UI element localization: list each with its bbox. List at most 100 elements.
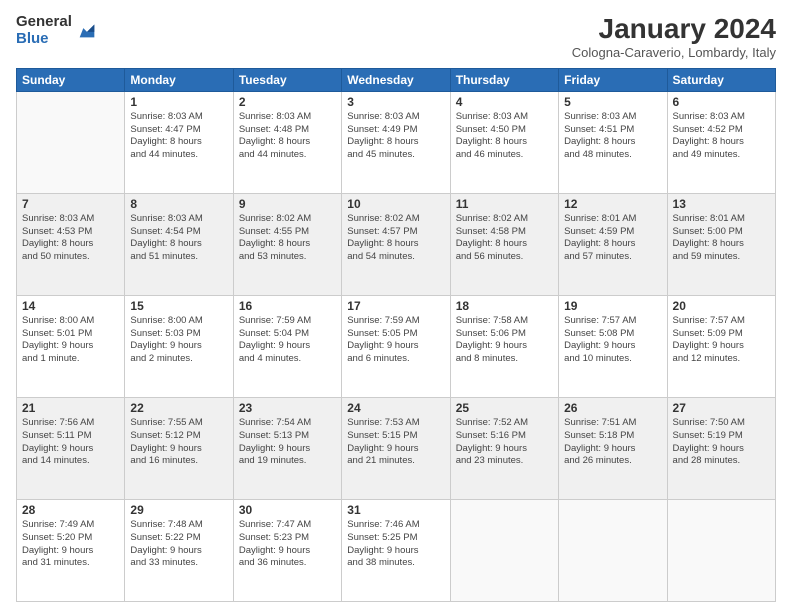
calendar-cell: 7Sunrise: 8:03 AMSunset: 4:53 PMDaylight…	[17, 193, 125, 295]
cell-date-number: 11	[456, 197, 553, 211]
calendar-day-header: Wednesday	[342, 68, 450, 91]
cell-info-text: Sunrise: 8:02 AMSunset: 4:58 PMDaylight:…	[456, 213, 553, 264]
cell-info-text: Sunrise: 8:00 AMSunset: 5:03 PMDaylight:…	[130, 315, 227, 366]
cell-date-number: 15	[130, 299, 227, 313]
cell-info-text: Sunrise: 8:02 AMSunset: 4:57 PMDaylight:…	[347, 213, 444, 264]
calendar-week-row: 1 Sunrise: 8:03 AMSunset: 4:47 PMDaylight…	[17, 91, 776, 193]
cell-date-number: 20	[673, 299, 770, 313]
title-location: Cologna-Caraverio, Lombardy, Italy	[572, 45, 776, 60]
calendar-cell: 27 Sunrise: 7:50 AMSunset: 5:19 PMDayligh…	[667, 397, 775, 499]
calendar-cell: 2 Sunrise: 8:03 AMSunset: 4:48 PMDaylight…	[233, 91, 341, 193]
cell-date-number: 8	[130, 197, 227, 211]
cell-date-number: 2	[239, 95, 336, 109]
calendar-cell: 14Sunrise: 8:00 AMSunset: 5:01 PMDayligh…	[17, 295, 125, 397]
calendar-cell: 4 Sunrise: 8:03 AMSunset: 4:50 PMDaylight…	[450, 91, 558, 193]
calendar-cell: 29 Sunrise: 7:48 AMSunset: 5:22 PMDayligh…	[125, 499, 233, 601]
cell-info-text: Sunrise: 7:47 AMSunset: 5:23 PMDaylight:…	[239, 519, 336, 570]
cell-info-text: Sunrise: 7:57 AMSunset: 5:08 PMDaylight:…	[564, 315, 661, 366]
cell-info-text: Sunrise: 7:55 AMSunset: 5:12 PMDaylight:…	[130, 417, 227, 468]
cell-date-number: 25	[456, 401, 553, 415]
cell-date-number: 21	[22, 401, 119, 415]
cell-info-text: Sunrise: 8:03 AMSunset: 4:49 PMDaylight:…	[347, 111, 444, 162]
title-month: January 2024	[572, 14, 776, 45]
cell-info-text: Sunrise: 8:03 AMSunset: 4:52 PMDaylight:…	[673, 111, 770, 162]
calendar-cell: 3 Sunrise: 8:03 AMSunset: 4:49 PMDaylight…	[342, 91, 450, 193]
calendar-day-header: Sunday	[17, 68, 125, 91]
calendar-cell: 31 Sunrise: 7:46 AMSunset: 5:25 PMDayligh…	[342, 499, 450, 601]
cell-date-number: 16	[239, 299, 336, 313]
page: General Blue January 2024 Cologna-Carave…	[0, 0, 792, 612]
cell-info-text: Sunrise: 7:56 AMSunset: 5:11 PMDaylight:…	[22, 417, 119, 468]
cell-info-text: Sunrise: 8:01 AMSunset: 5:00 PMDaylight:…	[673, 213, 770, 264]
cell-info-text: Sunrise: 7:48 AMSunset: 5:22 PMDaylight:…	[130, 519, 227, 570]
calendar-cell: 6 Sunrise: 8:03 AMSunset: 4:52 PMDaylight…	[667, 91, 775, 193]
cell-date-number: 3	[347, 95, 444, 109]
calendar-header-row: SundayMondayTuesdayWednesdayThursdayFrid…	[17, 68, 776, 91]
cell-info-text: Sunrise: 8:02 AMSunset: 4:55 PMDaylight:…	[239, 213, 336, 264]
cell-info-text: Sunrise: 7:59 AMSunset: 5:05 PMDaylight:…	[347, 315, 444, 366]
cell-info-text: Sunrise: 8:03 AMSunset: 4:53 PMDaylight:…	[22, 213, 119, 264]
calendar-day-header: Friday	[559, 68, 667, 91]
calendar-cell: 9Sunrise: 8:02 AMSunset: 4:55 PMDaylight…	[233, 193, 341, 295]
calendar-cell	[17, 91, 125, 193]
cell-info-text: Sunrise: 8:01 AMSunset: 4:59 PMDaylight:…	[564, 213, 661, 264]
calendar-cell	[450, 499, 558, 601]
logo: General Blue	[16, 14, 98, 47]
cell-info-text: Sunrise: 7:57 AMSunset: 5:09 PMDaylight:…	[673, 315, 770, 366]
cell-info-text: Sunrise: 8:03 AMSunset: 4:50 PMDaylight:…	[456, 111, 553, 162]
cell-info-text: Sunrise: 7:51 AMSunset: 5:18 PMDaylight:…	[564, 417, 661, 468]
cell-date-number: 24	[347, 401, 444, 415]
calendar-cell: 30 Sunrise: 7:47 AMSunset: 5:23 PMDayligh…	[233, 499, 341, 601]
calendar-week-row: 21 Sunrise: 7:56 AMSunset: 5:11 PMDayligh…	[17, 397, 776, 499]
cell-info-text: Sunrise: 7:53 AMSunset: 5:15 PMDaylight:…	[347, 417, 444, 468]
cell-info-text: Sunrise: 7:59 AMSunset: 5:04 PMDaylight:…	[239, 315, 336, 366]
calendar-day-header: Thursday	[450, 68, 558, 91]
calendar-week-row: 14Sunrise: 8:00 AMSunset: 5:01 PMDayligh…	[17, 295, 776, 397]
calendar-week-row: 28Sunrise: 7:49 AMSunset: 5:20 PMDayligh…	[17, 499, 776, 601]
cell-info-text: Sunrise: 7:46 AMSunset: 5:25 PMDaylight:…	[347, 519, 444, 570]
cell-date-number: 18	[456, 299, 553, 313]
cell-date-number: 23	[239, 401, 336, 415]
calendar-cell: 22Sunrise: 7:55 AMSunset: 5:12 PMDayligh…	[125, 397, 233, 499]
logo-text: General Blue	[16, 14, 72, 47]
calendar-week-row: 7Sunrise: 8:03 AMSunset: 4:53 PMDaylight…	[17, 193, 776, 295]
cell-info-text: Sunrise: 7:50 AMSunset: 5:19 PMDaylight:…	[673, 417, 770, 468]
calendar-cell: 20 Sunrise: 7:57 AMSunset: 5:09 PMDayligh…	[667, 295, 775, 397]
calendar-cell: 16 Sunrise: 7:59 AMSunset: 5:04 PMDayligh…	[233, 295, 341, 397]
cell-info-text: Sunrise: 7:52 AMSunset: 5:16 PMDaylight:…	[456, 417, 553, 468]
cell-date-number: 19	[564, 299, 661, 313]
cell-date-number: 12	[564, 197, 661, 211]
calendar-day-header: Tuesday	[233, 68, 341, 91]
cell-date-number: 4	[456, 95, 553, 109]
cell-info-text: Sunrise: 8:03 AMSunset: 4:51 PMDaylight:…	[564, 111, 661, 162]
calendar-day-header: Saturday	[667, 68, 775, 91]
cell-info-text: Sunrise: 7:49 AMSunset: 5:20 PMDaylight:…	[22, 519, 119, 570]
calendar-cell: 10 Sunrise: 8:02 AMSunset: 4:57 PMDayligh…	[342, 193, 450, 295]
calendar-cell	[667, 499, 775, 601]
cell-info-text: Sunrise: 8:03 AMSunset: 4:48 PMDaylight:…	[239, 111, 336, 162]
cell-date-number: 31	[347, 503, 444, 517]
calendar-table: SundayMondayTuesdayWednesdayThursdayFrid…	[16, 68, 776, 602]
cell-date-number: 17	[347, 299, 444, 313]
cell-date-number: 10	[347, 197, 444, 211]
header: General Blue January 2024 Cologna-Carave…	[16, 14, 776, 60]
calendar-cell	[559, 499, 667, 601]
cell-date-number: 6	[673, 95, 770, 109]
calendar-day-header: Monday	[125, 68, 233, 91]
logo-icon	[76, 19, 98, 41]
cell-date-number: 1	[130, 95, 227, 109]
cell-date-number: 29	[130, 503, 227, 517]
cell-info-text: Sunrise: 8:00 AMSunset: 5:01 PMDaylight:…	[22, 315, 119, 366]
cell-info-text: Sunrise: 8:03 AMSunset: 4:47 PMDaylight:…	[130, 111, 227, 162]
calendar-cell: 23Sunrise: 7:54 AMSunset: 5:13 PMDayligh…	[233, 397, 341, 499]
logo-blue: Blue	[16, 31, 72, 48]
calendar-cell: 25 Sunrise: 7:52 AMSunset: 5:16 PMDayligh…	[450, 397, 558, 499]
cell-date-number: 27	[673, 401, 770, 415]
cell-date-number: 5	[564, 95, 661, 109]
calendar-cell: 18Sunrise: 7:58 AMSunset: 5:06 PMDayligh…	[450, 295, 558, 397]
cell-info-text: Sunrise: 8:03 AMSunset: 4:54 PMDaylight:…	[130, 213, 227, 264]
calendar-cell: 26Sunrise: 7:51 AMSunset: 5:18 PMDayligh…	[559, 397, 667, 499]
calendar-cell: 17 Sunrise: 7:59 AMSunset: 5:05 PMDayligh…	[342, 295, 450, 397]
cell-date-number: 30	[239, 503, 336, 517]
calendar-cell: 5 Sunrise: 8:03 AMSunset: 4:51 PMDaylight…	[559, 91, 667, 193]
